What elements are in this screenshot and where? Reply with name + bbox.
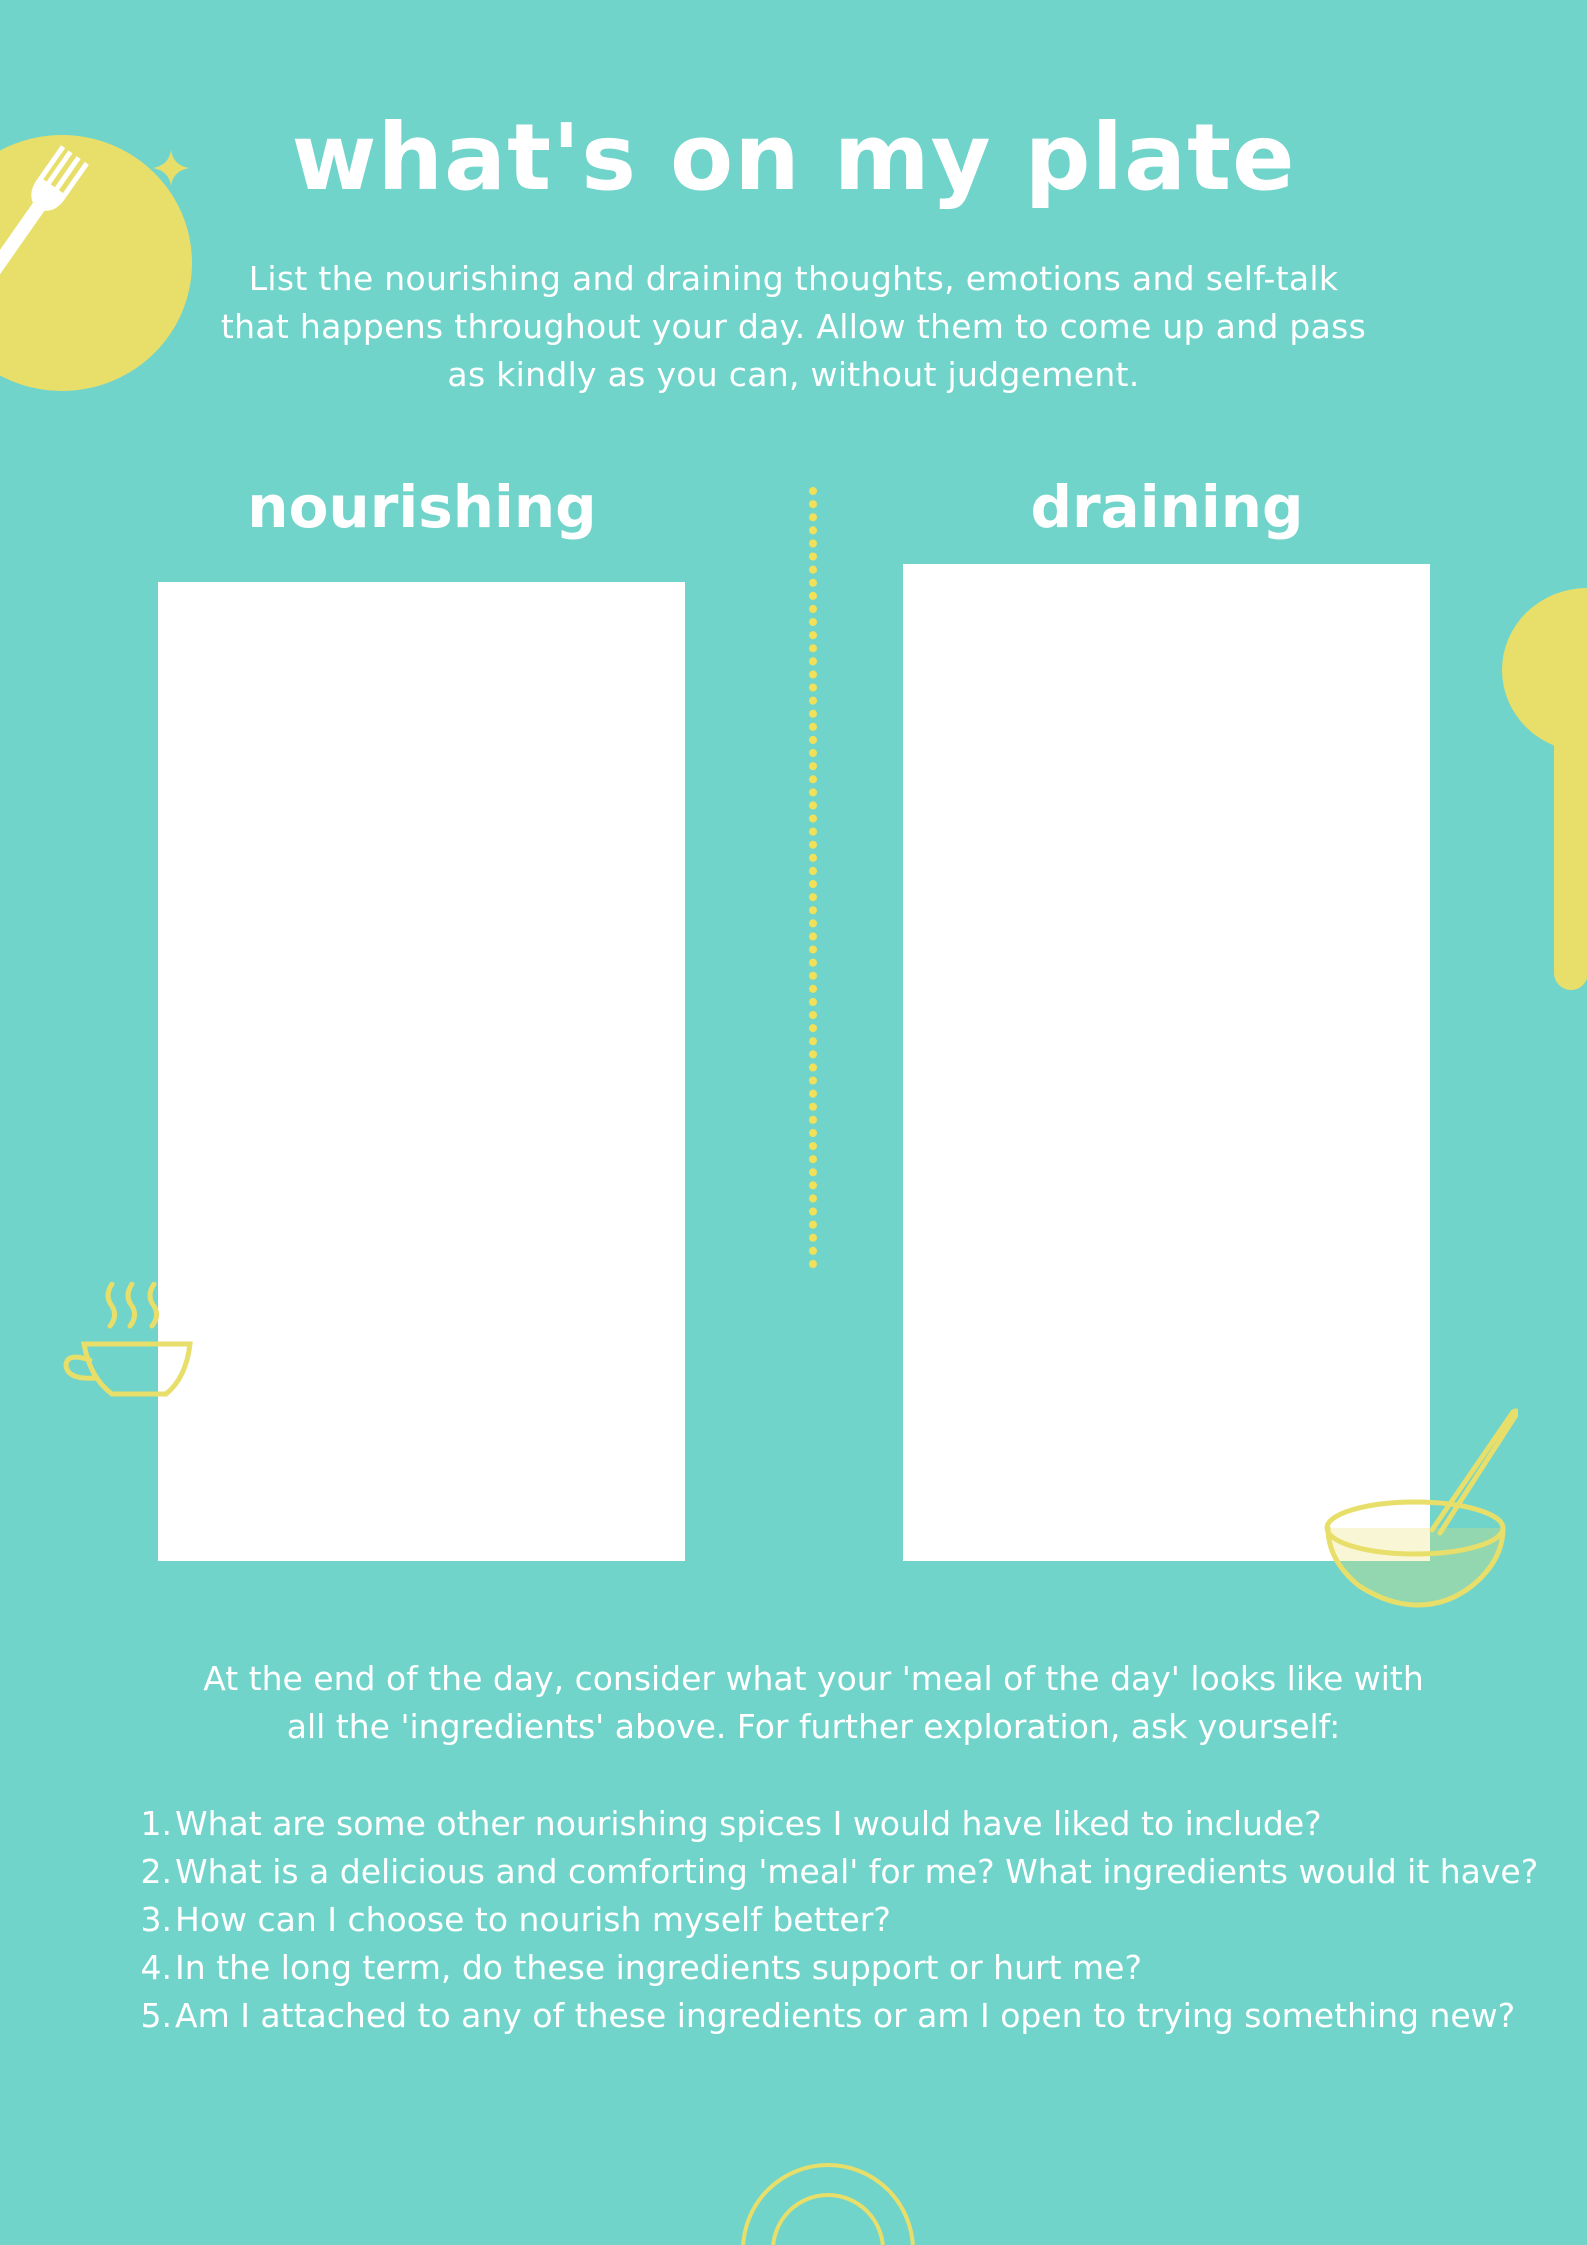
nourishing-writing-box[interactable] xyxy=(158,582,685,1561)
question-text: How can I choose to nourish myself bette… xyxy=(175,1900,891,1939)
spoon-icon xyxy=(1502,588,1587,990)
list-item: 2. What is a delicious and comforting 'm… xyxy=(130,1848,1550,1896)
list-item: 5. Am I attached to any of these ingredi… xyxy=(130,1992,1550,2040)
list-item: 4. In the long term, do these ingredient… xyxy=(130,1944,1550,1992)
plate-outline-icon xyxy=(741,2163,915,2245)
list-number: 5. xyxy=(140,1996,173,2035)
page-title: what's on my plate xyxy=(291,104,1296,211)
reflection-questions: 1. What are some other nourishing spices… xyxy=(130,1800,1550,2040)
list-number: 4. xyxy=(140,1948,173,1987)
bowl-spoon-icon xyxy=(1324,1408,1518,1608)
list-number: 1. xyxy=(140,1804,173,1843)
question-text: In the long term, do these ingredients s… xyxy=(175,1948,1142,1987)
draining-heading: draining xyxy=(1030,473,1304,541)
nourishing-heading: nourishing xyxy=(247,473,597,541)
intro-text: List the nourishing and draining thought… xyxy=(220,259,1367,394)
teacup-icon xyxy=(63,1282,193,1397)
question-text: What are some other nourishing spices I … xyxy=(175,1804,1322,1843)
question-text: Am I attached to any of these ingredient… xyxy=(175,1996,1516,2035)
question-text: What is a delicious and comforting 'meal… xyxy=(175,1852,1539,1891)
list-number: 3. xyxy=(140,1900,173,1939)
list-item: 1. What are some other nourishing spices… xyxy=(130,1800,1550,1848)
list-item: 3. How can I choose to nourish myself be… xyxy=(130,1896,1550,1944)
closing-text: At the end of the day, consider what you… xyxy=(203,1659,1424,1746)
list-number: 2. xyxy=(140,1852,173,1891)
column-divider xyxy=(809,487,817,1275)
